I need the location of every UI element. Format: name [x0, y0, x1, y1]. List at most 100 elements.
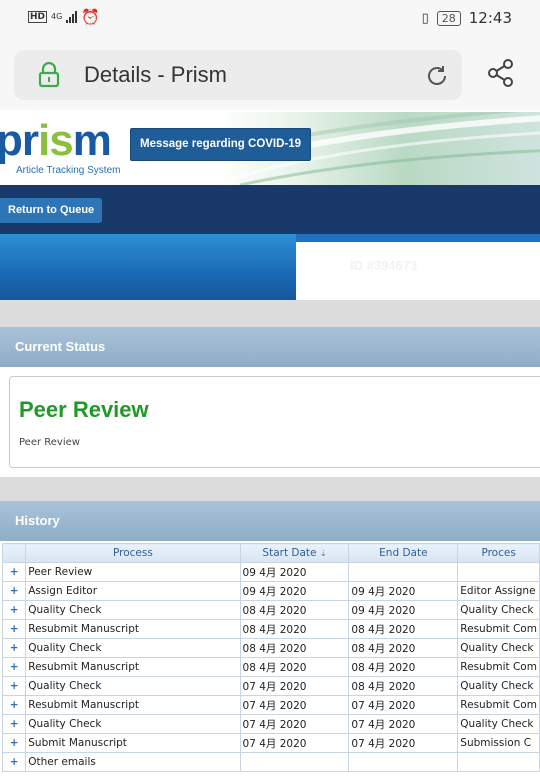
network-type: 4G: [51, 12, 63, 21]
history-process-cell: Submit Manuscript: [25, 733, 241, 753]
address-bar[interactable]: Details - Prism: [14, 50, 462, 100]
history-start-date-cell: 07 4月 2020: [239, 733, 350, 753]
expand-row-icon[interactable]: +: [1, 657, 27, 677]
history-process-2-cell: Quality Check: [457, 676, 540, 696]
history-process-2-cell: Quality Check: [457, 638, 540, 658]
status-detail: Peer Review: [19, 437, 80, 448]
section-spacer: [0, 477, 540, 501]
history-row: + Quality Check 08 4月 2020 08 4月 2020 Qualit…: [1, 638, 540, 658]
covid-message-button[interactable]: Message regarding COVID-19: [130, 128, 312, 161]
column-header-process[interactable]: Process: [25, 543, 241, 563]
history-end-date-cell: 09 4月 2020: [348, 581, 459, 601]
history-row: + Quality Check 08 4月 2020 09 4月 2020 Qualit…: [1, 600, 540, 620]
history-end-date-cell: 09 4月 2020: [348, 600, 459, 620]
status-right: ▯ 28 12:43: [422, 9, 512, 27]
history-start-date-cell: 08 4月 2020: [239, 600, 350, 620]
history-table: Process Start Date ⇣ End Date Proces + Pe…: [1, 543, 540, 772]
history-process-2-cell: [457, 562, 540, 582]
history-start-date-cell: 08 4月 2020: [239, 619, 350, 639]
history-process-cell: Quality Check: [25, 676, 241, 696]
navigation-bar: Return to Queue: [0, 185, 540, 234]
history-heading: History: [0, 501, 540, 541]
history-start-date-cell: 08 4月 2020: [239, 657, 350, 677]
history-start-date-cell: 07 4月 2020: [239, 695, 350, 715]
history-process-2-cell: Quality Check: [457, 600, 540, 620]
history-row: + Quality Check 07 4月 2020 07 4月 2020 Qualit…: [1, 714, 540, 734]
expand-row-icon[interactable]: +: [1, 562, 27, 582]
column-header-end-date[interactable]: End Date: [348, 543, 459, 563]
hd-icon: HD: [28, 11, 48, 23]
manuscript-banner: ID #394673: [0, 234, 540, 300]
prism-logo[interactable]: prism: [0, 116, 112, 166]
history-process-cell: Quality Check: [25, 638, 241, 658]
history-process-2-cell: Editor Assigne: [457, 581, 540, 601]
expand-row-icon[interactable]: +: [1, 638, 27, 658]
history-end-date-cell: 07 4月 2020: [348, 695, 459, 715]
page-title: Details - Prism: [84, 62, 228, 87]
history-end-date-cell: 08 4月 2020: [348, 638, 459, 658]
manuscript-id: ID #394673: [350, 258, 418, 273]
browser-toolbar: Details - Prism: [0, 38, 540, 110]
history-process-cell: Peer Review: [25, 562, 241, 582]
history-end-date-cell: 07 4月 2020: [348, 714, 459, 734]
history-row: + Quality Check 07 4月 2020 08 4月 2020 Qualit…: [1, 676, 540, 696]
history-header-row: Process Start Date ⇣ End Date Proces: [1, 543, 540, 563]
history-row: + Other emails: [1, 752, 540, 772]
history-process-cell: Assign Editor: [25, 581, 241, 601]
expand-row-icon[interactable]: +: [1, 600, 27, 620]
expand-row-icon[interactable]: +: [1, 581, 27, 601]
expand-row-icon[interactable]: +: [1, 752, 27, 772]
history-process-cell: Other emails: [25, 752, 241, 772]
history-row: + Assign Editor 09 4月 2020 09 4月 2020 Editor…: [1, 581, 540, 601]
battery-icon: 28: [436, 10, 461, 26]
history-row: + Resubmit Manuscript 08 4月 2020 08 4月 2020…: [1, 657, 540, 677]
system-status-bar: HD 4G ⏰ ▯ 28 12:43: [0, 0, 540, 38]
reload-icon[interactable]: [424, 63, 450, 89]
status-title: Peer Review: [19, 397, 149, 422]
share-icon[interactable]: [486, 58, 516, 88]
start-date-label: Start Date: [262, 547, 317, 559]
history-end-date-cell: [348, 562, 459, 582]
expand-row-icon[interactable]: +: [1, 695, 27, 715]
signal-icon: [66, 11, 78, 23]
history-start-date-cell: [239, 752, 350, 772]
history-process-cell: Resubmit Manuscript: [25, 657, 241, 677]
return-to-queue-button[interactable]: Return to Queue: [0, 198, 103, 223]
expand-row-icon[interactable]: +: [1, 619, 27, 639]
vibrate-icon: ▯: [421, 10, 429, 26]
history-row: + Resubmit Manuscript 07 4月 2020 07 4月 2020…: [1, 695, 540, 715]
banner-blue-block: [0, 234, 296, 300]
history-end-date-cell: [348, 752, 459, 772]
history-row: + Peer Review 09 4月 2020: [1, 562, 540, 582]
history-process-2-cell: Submission C: [457, 733, 540, 753]
column-header-process-2[interactable]: Proces: [457, 543, 540, 563]
history-process-cell: Resubmit Manuscript: [25, 695, 241, 715]
history-process-2-cell: Resubmit Com: [457, 619, 540, 639]
lock-icon: [38, 62, 60, 88]
section-spacer: [0, 300, 540, 327]
expand-row-icon[interactable]: +: [1, 714, 27, 734]
history-process-2-cell: Resubmit Com: [457, 657, 540, 677]
banner-top-strip: [296, 234, 540, 242]
history-start-date-cell: 07 4月 2020: [239, 676, 350, 696]
history-row: + Submit Manuscript 07 4月 2020 07 4月 2020 Su…: [1, 733, 540, 753]
expand-row-icon[interactable]: +: [1, 733, 27, 753]
history-start-date-cell: 08 4月 2020: [239, 638, 350, 658]
logo-subtitle: Article Tracking System: [16, 165, 121, 176]
current-status-heading: Current Status: [0, 327, 540, 367]
alarm-icon: ⏰: [81, 8, 100, 26]
history-process-cell: Resubmit Manuscript: [25, 619, 241, 639]
expand-row-icon[interactable]: +: [1, 676, 27, 696]
history-process-2-cell: Quality Check: [457, 714, 540, 734]
status-left: HD 4G ⏰: [28, 8, 100, 26]
sort-descending-icon: ⇣: [319, 549, 327, 558]
history-end-date-cell: 08 4月 2020: [348, 676, 459, 696]
history-process-2-cell: [457, 752, 540, 772]
history-start-date-cell: 07 4月 2020: [239, 714, 350, 734]
history-start-date-cell: 09 4月 2020: [239, 581, 350, 601]
history-end-date-cell: 07 4月 2020: [348, 733, 459, 753]
column-header-start-date[interactable]: Start Date ⇣: [239, 543, 350, 563]
history-process-2-cell: Resubmit Com: [457, 695, 540, 715]
history-end-date-cell: 08 4月 2020: [348, 619, 459, 639]
history-process-cell: Quality Check: [25, 714, 241, 734]
